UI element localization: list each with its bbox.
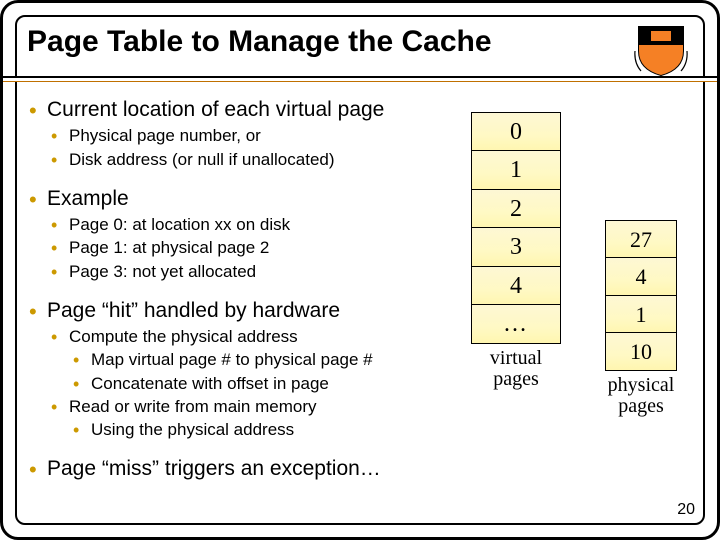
vpage-cell-ellipsis: …	[471, 304, 561, 344]
physical-pages-column: 27 4 1 10 physical pages	[605, 221, 677, 417]
title-underline	[3, 76, 717, 82]
vpage-cell: 1	[471, 150, 561, 190]
physical-pages-label: physical pages	[605, 375, 677, 417]
bullet-page1: Page 1: at physical page 2	[51, 237, 454, 258]
vpage-cell: 0	[471, 112, 561, 152]
page-title: Page Table to Manage the Cache	[27, 25, 607, 58]
bullet-page3: Page 3: not yet allocated	[51, 261, 454, 282]
bullet-map-vpage: Map virtual page # to physical page #	[73, 349, 454, 370]
bullet-read-write: Read or write from main memory	[51, 396, 454, 417]
bullet-page-hit: Page “hit” handled by hardware	[29, 298, 454, 324]
slide: Page Table to Manage the Cache Current l…	[0, 0, 720, 540]
bullet-using-phys: Using the physical address	[73, 419, 454, 440]
ppage-cell: 10	[605, 332, 677, 371]
bullet-compute-addr: Compute the physical address	[51, 326, 454, 347]
content-area: Current location of each virtual page Ph…	[29, 91, 454, 483]
princeton-shield-icon	[633, 21, 689, 77]
bullet-concat-offset: Concatenate with offset in page	[73, 373, 454, 394]
bullet-current-location: Current location of each virtual page	[29, 97, 454, 123]
label-text: pages	[493, 368, 539, 390]
bullet-example: Example	[29, 186, 454, 212]
virtual-pages-label: virtual pages	[471, 348, 561, 390]
ppage-cell: 27	[605, 220, 677, 259]
bullet-physical-page-number: Physical page number, or	[51, 125, 454, 146]
page-number: 20	[677, 501, 695, 519]
vpage-cell: 4	[471, 266, 561, 306]
virtual-pages-column: 0 1 2 3 4 … virtual pages	[471, 113, 561, 390]
vpage-cell: 2	[471, 189, 561, 229]
bullet-page-miss: Page “miss” triggers an exception…	[29, 456, 454, 482]
bullet-disk-address: Disk address (or null if unallocated)	[51, 149, 454, 170]
label-text: virtual	[490, 347, 542, 369]
label-text: pages	[618, 395, 664, 417]
vpage-cell: 3	[471, 227, 561, 267]
label-text: physical	[608, 374, 675, 396]
ppage-cell: 1	[605, 295, 677, 334]
bullet-page0: Page 0: at location xx on disk	[51, 214, 454, 235]
ppage-cell: 4	[605, 257, 677, 296]
